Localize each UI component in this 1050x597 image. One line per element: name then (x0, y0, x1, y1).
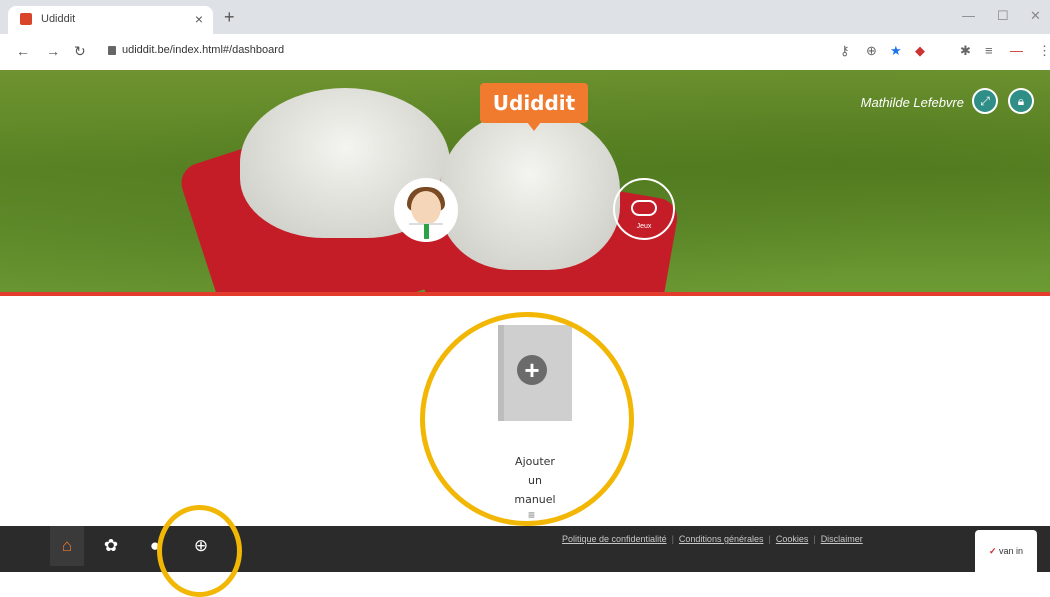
user-name: Mathilde Lefebvre (860, 95, 964, 110)
help-icon[interactable]: ● (138, 526, 172, 566)
add-manual-label[interactable]: Ajouter un manuel (490, 452, 580, 509)
add-manual-plus-icon[interactable]: + (517, 355, 547, 385)
footer-links: Politique de confidentialité | Conditions … (562, 534, 863, 544)
reading-list-icon[interactable]: ≡ (985, 43, 993, 58)
home-icon[interactable]: ⌂ (50, 526, 84, 566)
browser-menu-icon[interactable]: ⋮ (1038, 43, 1050, 59)
disclaimer-link[interactable]: Disclaimer (821, 534, 863, 544)
game-button[interactable]: Jeux (613, 178, 675, 240)
add-manual-word3: manuel (514, 493, 556, 506)
browser-tabbar: Udiddit × + — ☐ ✕ (0, 0, 1050, 34)
vanin-checkmark-icon: ✓ (988, 546, 997, 556)
key-icon[interactable]: ⚷ (840, 43, 850, 59)
new-tab-button[interactable]: + (224, 7, 235, 28)
user-avatar[interactable] (394, 178, 458, 242)
vanin-logo[interactable]: ✓ van in (975, 530, 1037, 572)
secure-lock-icon (108, 46, 116, 55)
cookies-link[interactable]: Cookies (776, 534, 809, 544)
avatar-face (411, 191, 441, 225)
privacy-link[interactable]: Politique de confidentialité (562, 534, 667, 544)
tab-title: Udiddit (41, 13, 76, 25)
right-shoe-toe (440, 110, 620, 270)
avatar-tie (424, 224, 429, 239)
profile-extension-icon[interactable]: — (1010, 43, 1023, 58)
manual-menu-icon[interactable]: ≡ (528, 508, 535, 522)
udiddit-favicon-icon (20, 13, 32, 25)
back-icon[interactable]: ← (16, 43, 30, 59)
udiddit-logo[interactable]: Udiddit (480, 83, 588, 123)
terms-link[interactable]: Conditions générales (679, 534, 764, 544)
reload-icon[interactable]: ↻ (74, 43, 86, 60)
zoom-icon[interactable]: ⊕ (866, 43, 877, 59)
forward-icon[interactable]: → (46, 43, 60, 59)
extensions-puzzle-icon[interactable]: ✱ (960, 43, 971, 59)
maximize-icon[interactable]: ☐ (997, 8, 1009, 24)
address-bar: ← → ↻ udiddit.be/index.html#/dashboard ⚷… (0, 34, 1050, 71)
settings-gear-icon[interactable]: ✿ (94, 526, 128, 566)
add-manual-word1: Ajouter (515, 455, 555, 468)
gamepad-icon (631, 200, 657, 216)
close-window-icon[interactable]: ✕ (1030, 8, 1041, 24)
book-spine (498, 325, 504, 421)
page-bottom-area (0, 572, 1050, 592)
color-extension-icon[interactable]: ◆ (915, 43, 925, 59)
add-manual-word2: un (528, 474, 542, 487)
bookmark-star-icon[interactable]: ★ (890, 43, 902, 59)
close-tab-icon[interactable]: × (195, 11, 203, 27)
minimize-icon[interactable]: — (962, 8, 975, 23)
lock-icon[interactable]: 🔒︎ (1008, 88, 1034, 114)
logo-pointer (527, 122, 541, 131)
vanin-brand-text: van in (999, 546, 1024, 556)
browser-tab[interactable]: Udiddit × (8, 6, 213, 34)
game-label: Jeux (636, 223, 652, 230)
url-field[interactable]: udiddit.be/index.html#/dashboard (122, 44, 284, 56)
expand-icon[interactable]: ⤢ (972, 88, 998, 114)
add-circle-icon[interactable]: ⊕ (184, 526, 218, 566)
